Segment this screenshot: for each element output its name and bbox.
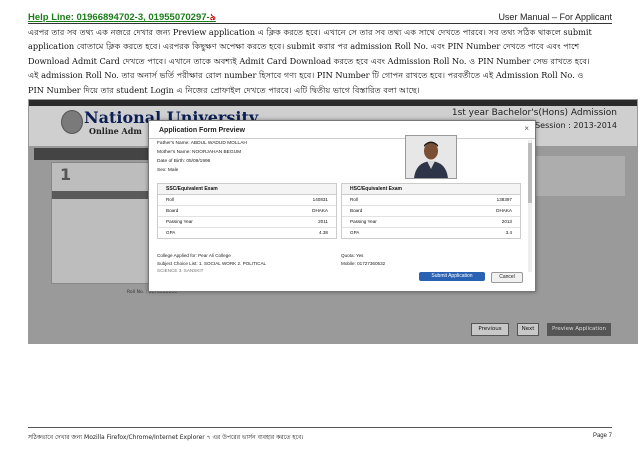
ssc-value: 2011 xyxy=(318,219,328,224)
ssc-key: Roll xyxy=(166,197,174,202)
paragraph-line-5: PIN Number দিয়ে তার student Login এ নিজ… xyxy=(28,84,420,95)
person-photo-icon xyxy=(406,136,456,178)
table-row: Passing Year 2011 xyxy=(158,217,336,228)
step-panel: 1 xyxy=(51,162,163,284)
table-row: GPA 3.4 xyxy=(342,228,520,238)
helpline-number: Help Line: 01966894702-3, 01955070297- xyxy=(28,12,210,23)
ssc-key: Passing Year xyxy=(166,219,193,224)
online-admission-subtitle: Online Adm xyxy=(89,126,142,136)
paragraph-line-4: এই admission Roll No. তার অনার্স ভর্তি প… xyxy=(28,70,584,81)
ssc-value: 4.38 xyxy=(319,230,328,235)
close-icon[interactable]: × xyxy=(524,124,529,133)
ssc-value: DHAKA xyxy=(312,208,328,213)
instruction-paragraph: এরপর তার সব তথ্য এক নজরে দেখার জন্য Prev… xyxy=(28,25,616,97)
ssc-value: 140831 xyxy=(312,197,328,202)
hsc-exam-table: HSC/Equivalent Exam Roll 138397 Board DHAK… xyxy=(341,183,521,239)
date-of-birth: Date of Birth: 05/09/1996 xyxy=(157,159,211,164)
subject-choice: Subject Choice List: 1. SOCIAL WORK 2. P… xyxy=(157,261,267,266)
browser-note: সঠিকভাবে দেখার জন্য Mozilla Firefox/Chro… xyxy=(28,434,304,441)
mobile: Mobile: 01727360532 xyxy=(341,261,386,266)
modal-scroll-thumb[interactable] xyxy=(528,143,532,203)
paragraph-line-2: application বোতামে ক্লিক করতে হবে। এরপরক… xyxy=(28,41,580,52)
paragraph-line-3: Download Admit Card দেখতে পাবে। এখানে তা… xyxy=(28,55,590,66)
page-number: Page 7 xyxy=(592,433,612,439)
table-row: Roll 138397 xyxy=(342,195,520,206)
side-panel xyxy=(535,156,625,196)
session-label: Session : 2013-2014 xyxy=(535,121,617,130)
mother-name: Mother's Name: NOORJAHAN BEGUM xyxy=(157,150,242,155)
subject-choice-cont: SCIENCE 3. SANSKIT xyxy=(157,268,204,273)
hsc-key: GPA xyxy=(350,230,360,235)
ssc-key: Board xyxy=(166,208,179,213)
sex: Sex: Male xyxy=(157,168,179,173)
applicant-photo xyxy=(405,135,457,179)
previous-button[interactable]: Previous xyxy=(471,323,509,336)
step-strip xyxy=(52,191,162,199)
application-preview-modal: Application Form Preview × Father's Name… xyxy=(148,120,536,292)
father-name: Father's Name: ABDUL WADUD MOLLAH xyxy=(157,141,247,146)
paragraph-line-1: এরপর তার সব তথ্য এক নজরে দেখার জন্য Prev… xyxy=(28,27,592,37)
table-row: GPA 4.38 xyxy=(158,228,336,238)
next-button[interactable]: Next xyxy=(517,323,539,336)
hsc-key: Roll xyxy=(350,197,358,202)
quota: Quota: Yes xyxy=(341,253,364,258)
hsc-key: Board xyxy=(350,208,363,213)
hsc-value: 2013 xyxy=(501,219,512,224)
ssc-key: GPA xyxy=(166,230,176,235)
ssc-exam-table: SSC/Equivalent Exam Roll 140831 Board DHAK… xyxy=(157,183,337,239)
college-applied: College Applied for: Pear Ali College xyxy=(157,253,231,258)
hsc-value: DHAKA xyxy=(496,208,512,213)
helpline-glyph: ৯ xyxy=(209,12,216,23)
university-logo-icon xyxy=(61,110,83,134)
hsc-value: 138397 xyxy=(496,197,512,202)
ssc-table-title: SSC/Equivalent Exam xyxy=(158,184,336,195)
preview-application-button[interactable]: Preview Application xyxy=(547,323,611,336)
admission-heading: 1st year Bachelor's(Hons) Admission xyxy=(451,108,617,118)
table-row: Passing Year 2013 xyxy=(342,217,520,228)
table-row: Board DHAKA xyxy=(342,206,520,217)
hsc-value: 3.4 xyxy=(505,230,512,235)
cancel-button[interactable]: Cancel xyxy=(491,272,523,283)
submit-application-button[interactable]: Submit Application xyxy=(419,272,485,281)
modal-divider xyxy=(149,138,535,139)
step-number: 1 xyxy=(60,165,72,184)
table-row: Roll 140831 xyxy=(158,195,336,206)
hsc-table-title: HSC/Equivalent Exam xyxy=(342,184,520,195)
table-row: Board DHAKA xyxy=(158,206,336,217)
hsc-key: Passing Year xyxy=(350,219,377,224)
manual-title: User Manual – For Applicant xyxy=(498,12,612,22)
modal-title: Application Form Preview xyxy=(159,127,245,134)
header-divider xyxy=(28,23,612,24)
footer-divider xyxy=(28,427,612,428)
